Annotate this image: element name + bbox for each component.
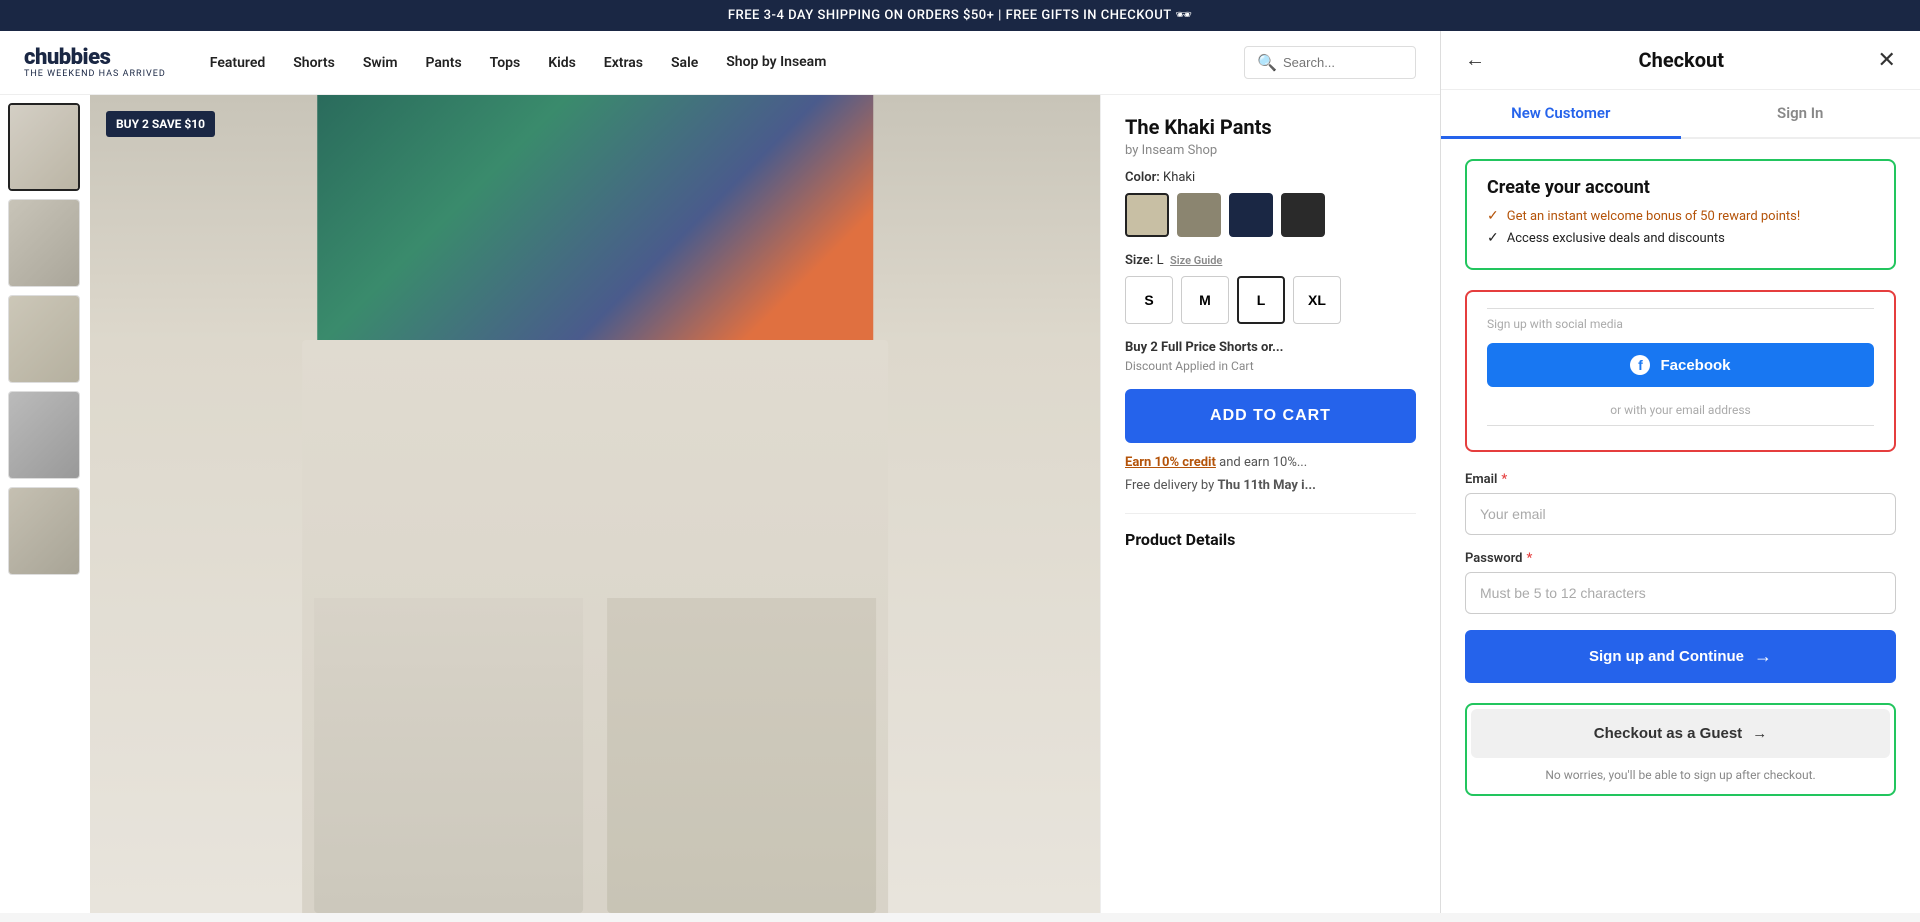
size-l[interactable]: L: [1237, 276, 1285, 324]
guest-checkout-box: Checkout as a Guest → No worries, you'll…: [1465, 703, 1896, 796]
size-s[interactable]: S: [1125, 276, 1173, 324]
navigation: chubbies THE WEEKEND HAS ARRIVED Feature…: [0, 31, 1440, 95]
guest-note: No worries, you'll be able to sign up af…: [1471, 768, 1890, 790]
password-label: Password *: [1465, 551, 1896, 566]
nav-sale[interactable]: Sale: [671, 55, 698, 71]
swatch-black[interactable]: [1281, 193, 1325, 237]
search-box[interactable]: 🔍: [1244, 46, 1416, 79]
product-by: by Inseam Shop: [1125, 143, 1416, 158]
nav-shorts[interactable]: Shorts: [293, 55, 335, 71]
check-icon-1: ✓: [1487, 208, 1499, 224]
nav-swim[interactable]: Swim: [363, 55, 398, 71]
thumbnail-1[interactable]: [8, 103, 80, 191]
logo-tagline: THE WEEKEND HAS ARRIVED: [24, 69, 166, 79]
nav-shop-by-inseam[interactable]: Shop by Inseam: [726, 54, 826, 71]
create-account-title: Create your account: [1487, 177, 1874, 198]
nav-tops[interactable]: Tops: [490, 55, 521, 71]
email-input[interactable]: [1465, 493, 1896, 535]
product-area: chubbies THE WEEKEND HAS ARRIVED Feature…: [0, 31, 1440, 913]
tab-new-customer[interactable]: New Customer: [1441, 90, 1681, 139]
size-m[interactable]: M: [1181, 276, 1229, 324]
logo-text: chubbies: [24, 47, 110, 69]
color-section: Color: Khaki: [1125, 170, 1416, 237]
size-value: L: [1157, 253, 1164, 268]
facebook-icon: f: [1630, 355, 1650, 375]
size-guide-link[interactable]: Size Guide: [1170, 254, 1222, 267]
close-button[interactable]: ✕: [1878, 47, 1896, 73]
product-name: The Khaki Pants: [1125, 115, 1416, 139]
password-group: Password *: [1465, 551, 1896, 614]
product-details-heading: Product Details: [1125, 513, 1416, 549]
main-product-image: BUY 2 SAVE $10: [90, 95, 1100, 913]
pants-display: [302, 340, 888, 913]
checkout-panel: ← Checkout ✕ New Customer Sign In Create…: [1440, 31, 1920, 913]
size-section: Size: L Size Guide S M L XL: [1125, 253, 1416, 324]
color-swatches: [1125, 193, 1416, 237]
email-group: Email *: [1465, 472, 1896, 535]
guest-checkout-button[interactable]: Checkout as a Guest →: [1471, 709, 1890, 758]
nav-extras[interactable]: Extras: [604, 55, 643, 71]
promo-badge: BUY 2 SAVE $10: [106, 111, 215, 137]
search-input[interactable]: [1283, 55, 1403, 70]
checkout-body: Create your account ✓ Get an instant wel…: [1441, 139, 1920, 913]
benefit-reward: ✓ Get an instant welcome bonus of 50 rew…: [1487, 208, 1874, 224]
thumbnail-4[interactable]: [8, 391, 80, 479]
swatch-navy[interactable]: [1229, 193, 1273, 237]
social-signup-box: Sign up with social media f Facebook or …: [1465, 290, 1896, 452]
swatch-olive[interactable]: [1177, 193, 1221, 237]
logo[interactable]: chubbies THE WEEKEND HAS ARRIVED: [24, 47, 166, 79]
size-xl[interactable]: XL: [1293, 276, 1341, 324]
size-buttons: S M L XL: [1125, 276, 1416, 324]
swatch-khaki[interactable]: [1125, 193, 1169, 237]
product-thumbnails: [0, 95, 90, 913]
left-leg: [314, 598, 583, 913]
tab-sign-in[interactable]: Sign In: [1681, 90, 1920, 139]
delivery-date: Thu 11th May i...: [1217, 478, 1315, 493]
nav-featured[interactable]: Featured: [210, 55, 265, 71]
thumbnail-2[interactable]: [8, 199, 80, 287]
nav-shop-label: Shop by Inseam: [726, 54, 826, 71]
add-to-cart-button[interactable]: ADD TO CART: [1125, 389, 1416, 443]
thumbnail-5[interactable]: [8, 487, 80, 575]
facebook-button[interactable]: f Facebook: [1487, 343, 1874, 387]
color-value: Khaki: [1163, 170, 1195, 185]
nav-kids[interactable]: Kids: [548, 55, 576, 71]
thumbnail-3[interactable]: [8, 295, 80, 383]
guest-arrow-icon: →: [1752, 725, 1767, 742]
banner-text: FREE 3-4 DAY SHIPPING ON ORDERS $50+ | F…: [728, 8, 1192, 23]
checkout-title: Checkout: [1639, 48, 1724, 72]
benefit-deals: ✓ Access exclusive deals and discounts: [1487, 230, 1874, 246]
earn-credit: Earn 10% credit and earn 10%...: [1125, 455, 1416, 470]
product-figure: [90, 95, 1100, 913]
email-label: Email *: [1465, 472, 1896, 487]
create-account-box: Create your account ✓ Get an instant wel…: [1465, 159, 1896, 270]
size-label-row: Size: L Size Guide: [1125, 253, 1416, 268]
or-divider: or with your email address: [1487, 403, 1874, 426]
earn-credit-link[interactable]: Earn 10% credit: [1125, 455, 1216, 470]
social-label: Sign up with social media: [1487, 308, 1874, 331]
top-banner: FREE 3-4 DAY SHIPPING ON ORDERS $50+ | F…: [0, 0, 1920, 31]
right-leg: [607, 598, 876, 913]
check-icon-2: ✓: [1487, 230, 1499, 246]
nav-pants[interactable]: Pants: [426, 55, 462, 71]
checkout-header: ← Checkout ✕: [1441, 31, 1920, 90]
discount-note: Discount Applied in Cart: [1125, 359, 1416, 373]
signup-button[interactable]: Sign up and Continue →: [1465, 630, 1896, 683]
email-required-star: *: [1501, 472, 1507, 487]
buy-promo: Buy 2 Full Price Shorts or...: [1125, 340, 1416, 355]
color-label: Color: Khaki: [1125, 170, 1416, 185]
search-icon: 🔍: [1257, 53, 1277, 72]
back-button[interactable]: ←: [1465, 49, 1485, 72]
free-delivery: Free delivery by Thu 11th May i...: [1125, 478, 1416, 493]
checkout-tabs: New Customer Sign In: [1441, 90, 1920, 139]
password-required-star: *: [1526, 551, 1532, 566]
product-info-panel: The Khaki Pants by Inseam Shop Color: Kh…: [1100, 95, 1440, 913]
arrow-icon: →: [1754, 646, 1772, 667]
password-input[interactable]: [1465, 572, 1896, 614]
product-content: BUY 2 SAVE $10 The Khaki Pants by Inseam…: [0, 95, 1440, 913]
shirt-display: [317, 95, 873, 381]
